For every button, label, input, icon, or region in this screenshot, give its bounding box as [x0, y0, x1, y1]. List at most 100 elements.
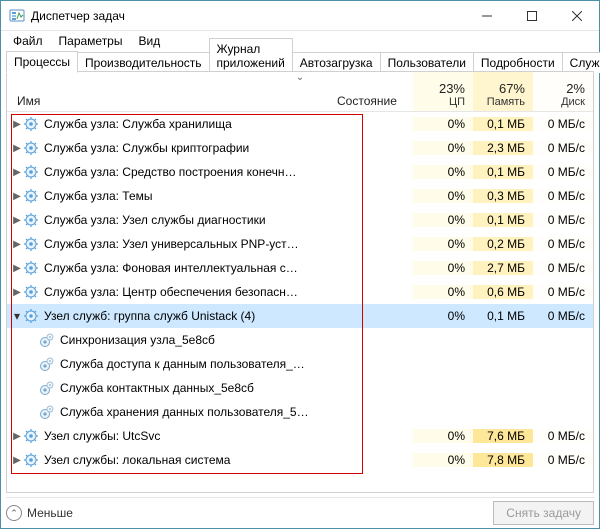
process-mem: 0,6 МБ: [473, 285, 533, 299]
process-mem: 7,8 МБ: [473, 453, 533, 467]
process-mem: 0,1 МБ: [473, 165, 533, 179]
menu-file[interactable]: Файл: [5, 32, 51, 50]
process-row[interactable]: ▶ Служба узла: Средство построения конечн…: [7, 160, 593, 184]
process-row[interactable]: Служба контактных данных_5e8cб: [7, 376, 593, 400]
chevron-up-icon: ⌃: [6, 505, 22, 521]
expand-toggle-icon[interactable]: ▶: [7, 167, 21, 178]
process-mem: 0,1 МБ: [473, 117, 533, 131]
process-disk: 0 МБ/с: [533, 261, 593, 275]
expand-toggle-icon[interactable]: ▶: [7, 191, 21, 202]
process-row[interactable]: ▶ Служба узла: Темы 0%0,3 МБ0 МБ/с: [7, 184, 593, 208]
process-name: Служба узла: Средство построения конечн…: [44, 165, 333, 179]
expand-toggle-icon[interactable]: ▶: [7, 215, 21, 226]
service-item-icon: [39, 356, 55, 372]
minimize-button[interactable]: [464, 2, 509, 30]
service-host-icon: [23, 428, 39, 444]
process-name: Служба узла: Узел универсальных PNP-уст…: [44, 237, 333, 251]
tab-startup[interactable]: Автозагрузка: [292, 52, 381, 73]
process-cpu: 0%: [413, 141, 473, 155]
col-disk[interactable]: 2% Диск: [533, 72, 593, 111]
process-disk: 0 МБ/с: [533, 141, 593, 155]
process-disk: 0 МБ/с: [533, 117, 593, 131]
col-cpu[interactable]: 23% ЦП: [413, 72, 473, 111]
process-disk: 0 МБ/с: [533, 165, 593, 179]
tab-details[interactable]: Подробности: [473, 52, 563, 73]
process-row[interactable]: ▶Служба узла: Служба хранилища0%0,1 МБ0 …: [7, 112, 593, 136]
mem-usage-percent: 67%: [499, 81, 525, 96]
process-mem: 0,2 МБ: [473, 237, 533, 251]
service-host-icon: [23, 236, 39, 252]
process-row[interactable]: ▾Узел служб: группа служб Unistack (4)0%…: [7, 304, 593, 328]
expand-toggle-icon[interactable]: ▾: [7, 309, 21, 323]
tab-users[interactable]: Пользователи: [380, 52, 474, 73]
process-disk: 0 МБ/с: [533, 213, 593, 227]
mem-label: Память: [487, 96, 525, 108]
process-name: Служба узла: Узел службы диагностики: [44, 213, 333, 227]
fewer-details-button[interactable]: ⌃ Меньше: [6, 505, 73, 521]
process-row[interactable]: Служба доступа к данным пользователя_…: [7, 352, 593, 376]
tab-performance[interactable]: Производительность: [77, 52, 209, 73]
titlebar: Диспетчер задач: [1, 1, 599, 31]
process-cpu: 0%: [413, 117, 473, 131]
expand-toggle-icon[interactable]: ▶: [7, 455, 21, 466]
tab-services[interactable]: Службы: [562, 52, 600, 73]
service-host-icon: [23, 164, 39, 180]
process-name: Синхронизация узла_5e8cб: [60, 333, 333, 347]
service-host-icon: [23, 116, 39, 132]
process-cpu: 0%: [413, 453, 473, 467]
menu-options[interactable]: Параметры: [51, 32, 131, 50]
col-state[interactable]: Состояние: [337, 94, 397, 108]
expand-toggle-icon[interactable]: ▶: [7, 263, 21, 274]
process-name: Служба хранения данных пользователя_5…: [60, 405, 333, 419]
process-list[interactable]: ▶Служба узла: Служба хранилища0%0,1 МБ0 …: [7, 112, 593, 492]
cpu-label: ЦП: [449, 96, 465, 108]
service-host-icon: [23, 284, 39, 300]
process-mem: 0,1 МБ: [473, 213, 533, 227]
close-button[interactable]: [554, 2, 599, 30]
process-row[interactable]: Синхронизация узла_5e8cб: [7, 328, 593, 352]
process-cpu: 0%: [413, 189, 473, 203]
process-cpu: 0%: [413, 261, 473, 275]
process-mem: 7,6 МБ: [473, 429, 533, 443]
expand-toggle-icon[interactable]: ▶: [7, 143, 21, 154]
process-row[interactable]: ▶Служба узла: Узел службы диагностики0%0…: [7, 208, 593, 232]
process-row[interactable]: ▶Служба узла: Центр обеспечения безопасн…: [7, 280, 593, 304]
service-item-icon: [39, 404, 55, 420]
process-row[interactable]: ▶Узел службы: локальная система0%7,8 МБ0…: [7, 448, 593, 472]
tab-processes[interactable]: Процессы: [6, 51, 78, 73]
service-item-icon: [39, 380, 55, 396]
cpu-usage-percent: 23%: [439, 81, 465, 96]
process-name: Служба узла: Фоновая интеллектуальная с…: [44, 261, 333, 275]
maximize-button[interactable]: [509, 2, 554, 30]
tabstrip: Процессы Производительность Журнал прило…: [6, 50, 594, 72]
end-task-button[interactable]: Снять задачу: [493, 501, 594, 525]
menu-view[interactable]: Вид: [130, 32, 168, 50]
service-host-icon: [23, 260, 39, 276]
process-disk: 0 МБ/с: [533, 237, 593, 251]
col-memory[interactable]: 67% Память: [473, 72, 533, 111]
service-host-icon: [23, 212, 39, 228]
expand-toggle-icon[interactable]: ▶: [7, 119, 21, 130]
process-row[interactable]: ▶Узел службы: UtcSvc0%7,6 МБ0 МБ/с: [7, 424, 593, 448]
service-host-icon: [23, 140, 39, 156]
expand-toggle-icon[interactable]: ▶: [7, 287, 21, 298]
menubar: Файл Параметры Вид: [1, 31, 599, 51]
footer: ⌃ Меньше Снять задачу: [6, 497, 594, 525]
expand-toggle-icon[interactable]: ▶: [7, 239, 21, 250]
process-disk: 0 МБ/с: [533, 189, 593, 203]
process-name: Узел службы: UtcSvc: [44, 429, 333, 443]
process-row[interactable]: ▶ Служба узла: Фоновая интеллектуальная с…: [7, 256, 593, 280]
process-name: Узел служб: группа служб Unistack (4): [44, 309, 333, 323]
process-name: Служба узла: Темы: [44, 189, 333, 203]
tab-apphistory[interactable]: Журнал приложений: [209, 38, 293, 73]
process-row[interactable]: ▶ Служба узла: Узел универсальных PNP-уст…: [7, 232, 593, 256]
disk-usage-percent: 2%: [566, 81, 585, 96]
process-row[interactable]: Служба хранения данных пользователя_5…: [7, 400, 593, 424]
process-row[interactable]: ▶Служба узла: Службы криптографии0%2,3 М…: [7, 136, 593, 160]
process-name: Служба контактных данных_5e8cб: [60, 381, 333, 395]
process-panel: Имя ⌄ Состояние 23% ЦП 67% Память 2% Дис…: [6, 72, 594, 493]
process-mem: 0,3 МБ: [473, 189, 533, 203]
window-title: Диспетчер задач: [31, 9, 125, 23]
expand-toggle-icon[interactable]: ▶: [7, 431, 21, 442]
process-name: Узел службы: локальная система: [44, 453, 333, 467]
